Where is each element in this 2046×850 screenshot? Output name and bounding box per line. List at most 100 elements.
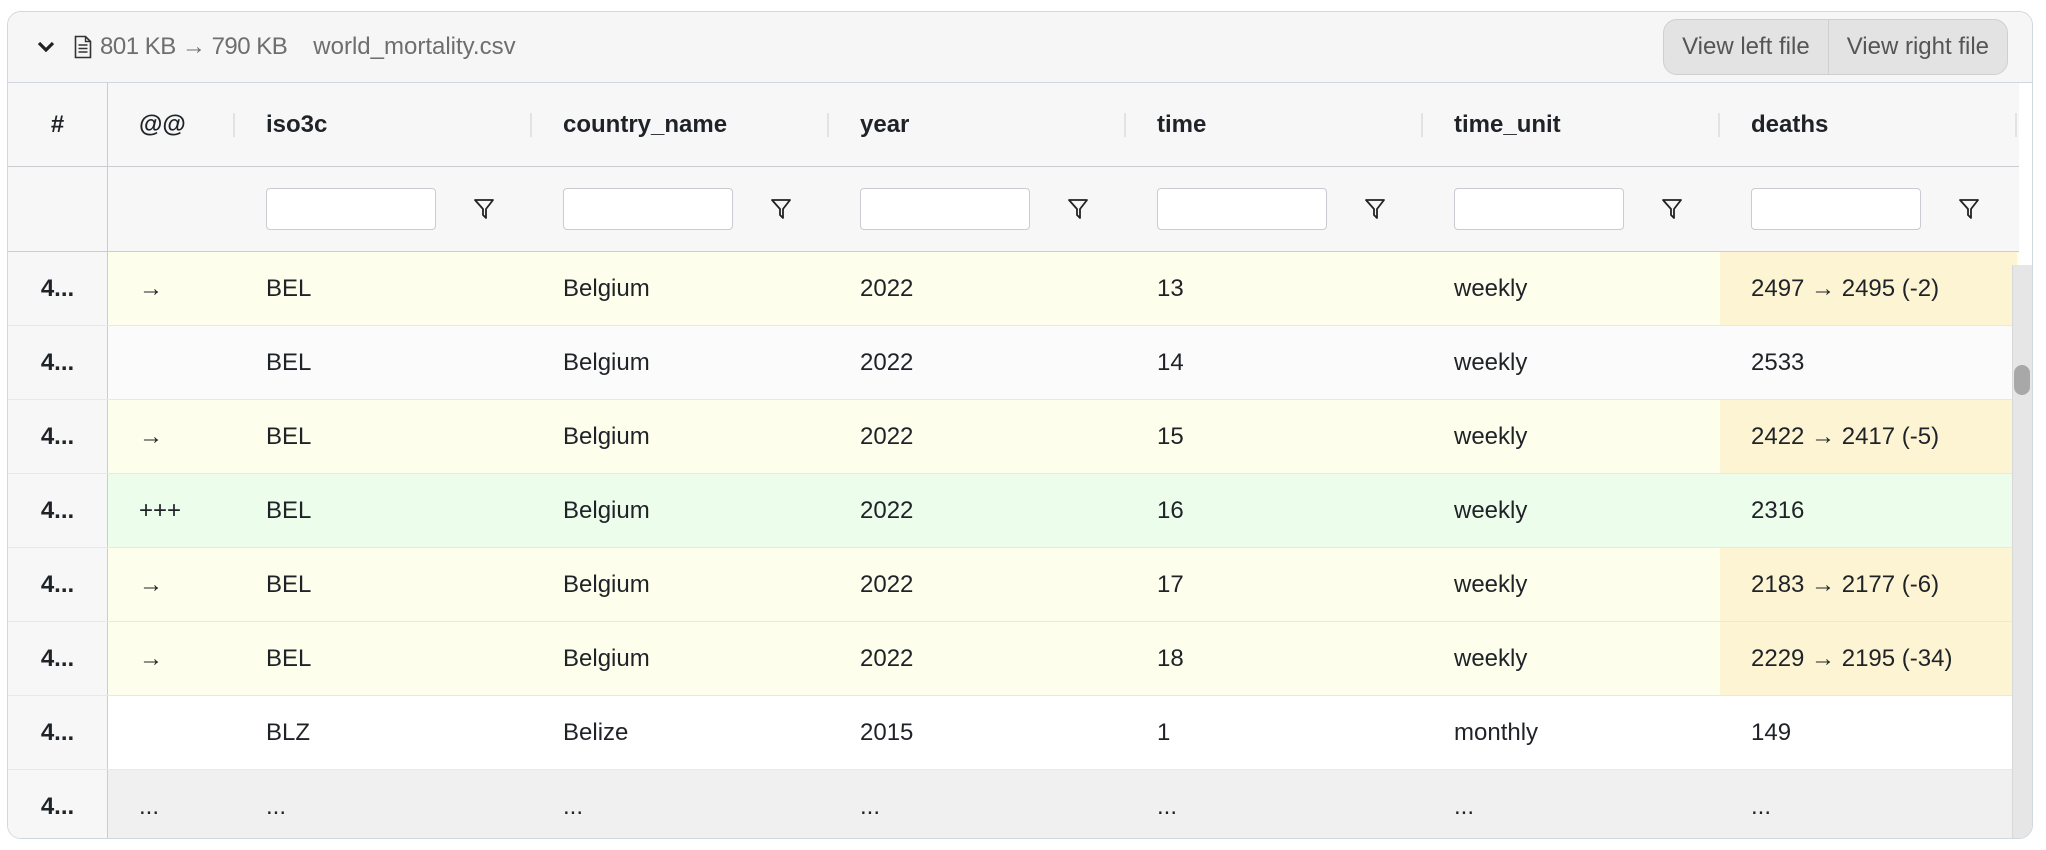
cell-country-name: Belize <box>563 718 629 746</box>
vertical-scrollbar[interactable] <box>2012 265 2032 838</box>
filter-input-country-name[interactable] <box>563 188 733 230</box>
row-number: 4... <box>8 548 108 621</box>
filter-funnel-icon[interactable] <box>1363 197 1387 221</box>
cell-iso3c: BLZ <box>266 718 311 746</box>
filter-funnel-icon[interactable] <box>1066 197 1090 221</box>
cell-deaths-changed: 2422 → 2417 (-5) <box>1720 400 2017 473</box>
cell-iso3c: BEL <box>266 496 312 524</box>
cell-deaths-changed: 2183 → 2177 (-6) <box>1720 548 2017 621</box>
scrollbar-thumb[interactable] <box>2014 365 2030 395</box>
cell-iso3c: BEL <box>266 644 312 672</box>
filter-cell-iso3c <box>235 167 532 251</box>
file-name: world_mortality.csv <box>313 33 516 60</box>
file-header: 801 KB → 790 KB world_mortality.csv View… <box>8 12 2032 83</box>
file-text-icon <box>74 35 94 59</box>
cell-time: 15 <box>1157 422 1184 450</box>
cell-iso3c: ... <box>266 792 287 820</box>
filter-funnel-icon[interactable] <box>1660 197 1684 221</box>
table-row-ellipsis[interactable]: 4... ... ... ... ... ... ... ... <box>8 770 2019 838</box>
table-header-row: # @@ iso3c country_name year time time_u… <box>8 83 2019 167</box>
cell-year: 2022 <box>860 570 914 598</box>
cell-time-unit: weekly <box>1454 422 1528 450</box>
cell-time-unit: weekly <box>1454 570 1528 598</box>
cell-year: 2022 <box>860 644 914 672</box>
cell-time-unit: ... <box>1454 792 1475 820</box>
filter-cell-country-name <box>532 167 829 251</box>
filter-input-year[interactable] <box>860 188 1030 230</box>
cell-country-name: Belgium <box>563 644 650 672</box>
file-size-change: 801 KB → 790 KB <box>100 33 288 60</box>
cell-time-unit: weekly <box>1454 496 1528 524</box>
row-op-marker: +++ <box>139 496 182 524</box>
view-right-file-button[interactable]: View right file <box>1827 20 2007 74</box>
cell-time: ... <box>1157 792 1178 820</box>
row-number: 4... <box>8 622 108 695</box>
chevron-down-icon[interactable] <box>36 37 56 57</box>
column-header-time-unit[interactable]: time_unit <box>1423 83 1720 166</box>
cell-time: 18 <box>1157 644 1184 672</box>
column-header-time[interactable]: time <box>1126 83 1423 166</box>
table-row[interactable]: 4... → BEL Belgium 2022 18 weekly 2229 →… <box>8 622 2019 696</box>
cell-deaths: ... <box>1751 792 1772 820</box>
filter-input-time[interactable] <box>1157 188 1327 230</box>
cell-time-unit: weekly <box>1454 348 1528 376</box>
cell-year: 2022 <box>860 496 914 524</box>
column-header-year[interactable]: year <box>829 83 1126 166</box>
cell-year: 2022 <box>860 274 914 302</box>
column-header-iso3c[interactable]: iso3c <box>235 83 532 166</box>
filter-input-iso3c[interactable] <box>266 188 436 230</box>
view-file-button-group: View left file View right file <box>1663 19 2008 75</box>
cell-deaths: 2316 <box>1751 496 1805 524</box>
column-header-country-name[interactable]: country_name <box>532 83 829 166</box>
filter-row <box>8 167 2019 252</box>
row-number: 4... <box>8 770 108 838</box>
column-header-row-number: # <box>8 83 108 166</box>
filter-cell-year <box>829 167 1126 251</box>
table-row[interactable]: 4... BLZ Belize 2015 1 monthly 149 <box>8 696 2019 770</box>
filter-row-number-cell <box>8 167 108 251</box>
row-op-marker: → <box>139 274 163 302</box>
cell-deaths-changed: 2229 → 2195 (-34) <box>1720 622 2017 695</box>
table-row[interactable]: 4... → BEL Belgium 2022 15 weekly 2422 →… <box>8 400 2019 474</box>
row-op-marker: → <box>139 644 163 672</box>
column-header-op: @@ <box>108 83 235 166</box>
cell-time-unit: monthly <box>1454 718 1539 746</box>
filter-funnel-icon[interactable] <box>769 197 793 221</box>
row-number: 4... <box>8 252 108 325</box>
row-op-marker: ... <box>139 792 160 820</box>
diff-file-panel: 801 KB → 790 KB world_mortality.csv View… <box>7 11 2033 839</box>
filter-cell-deaths <box>1720 167 2017 251</box>
row-number: 4... <box>8 326 108 399</box>
filter-input-deaths[interactable] <box>1751 188 1921 230</box>
cell-time: 17 <box>1157 570 1184 598</box>
cell-time: 1 <box>1157 718 1171 746</box>
table-row[interactable]: 4... → BEL Belgium 2022 17 weekly 2183 →… <box>8 548 2019 622</box>
cell-country-name: ... <box>563 792 584 820</box>
cell-iso3c: BEL <box>266 274 312 302</box>
cell-iso3c: BEL <box>266 422 312 450</box>
cell-deaths-changed: 2497 → 2495 (-2) <box>1720 252 2017 325</box>
filter-funnel-icon[interactable] <box>1957 197 1981 221</box>
filter-input-time-unit[interactable] <box>1454 188 1624 230</box>
cell-year: ... <box>860 792 881 820</box>
cell-country-name: Belgium <box>563 422 650 450</box>
cell-iso3c: BEL <box>266 570 312 598</box>
diff-table: # @@ iso3c country_name year time time_u… <box>8 83 2019 838</box>
filter-funnel-icon[interactable] <box>472 197 496 221</box>
row-op-marker <box>108 326 235 399</box>
cell-year: 2015 <box>860 718 914 746</box>
cell-time-unit: weekly <box>1454 274 1528 302</box>
table-row[interactable]: 4... BEL Belgium 2022 14 weekly 2533 <box>8 326 2019 400</box>
cell-time-unit: weekly <box>1454 644 1528 672</box>
row-op-marker: → <box>139 422 163 450</box>
row-number: 4... <box>8 474 108 547</box>
cell-country-name: Belgium <box>563 348 650 376</box>
table-row[interactable]: 4... +++ BEL Belgium 2022 16 weekly 2316 <box>8 474 2019 548</box>
cell-time: 14 <box>1157 348 1184 376</box>
view-left-file-button[interactable]: View left file <box>1664 20 1828 74</box>
table-row[interactable]: 4... → BEL Belgium 2022 13 weekly 2497 →… <box>8 252 2019 326</box>
row-op-marker: → <box>139 570 163 598</box>
row-number: 4... <box>8 696 108 769</box>
row-number: 4... <box>8 400 108 473</box>
column-header-deaths[interactable]: deaths <box>1720 83 2017 166</box>
